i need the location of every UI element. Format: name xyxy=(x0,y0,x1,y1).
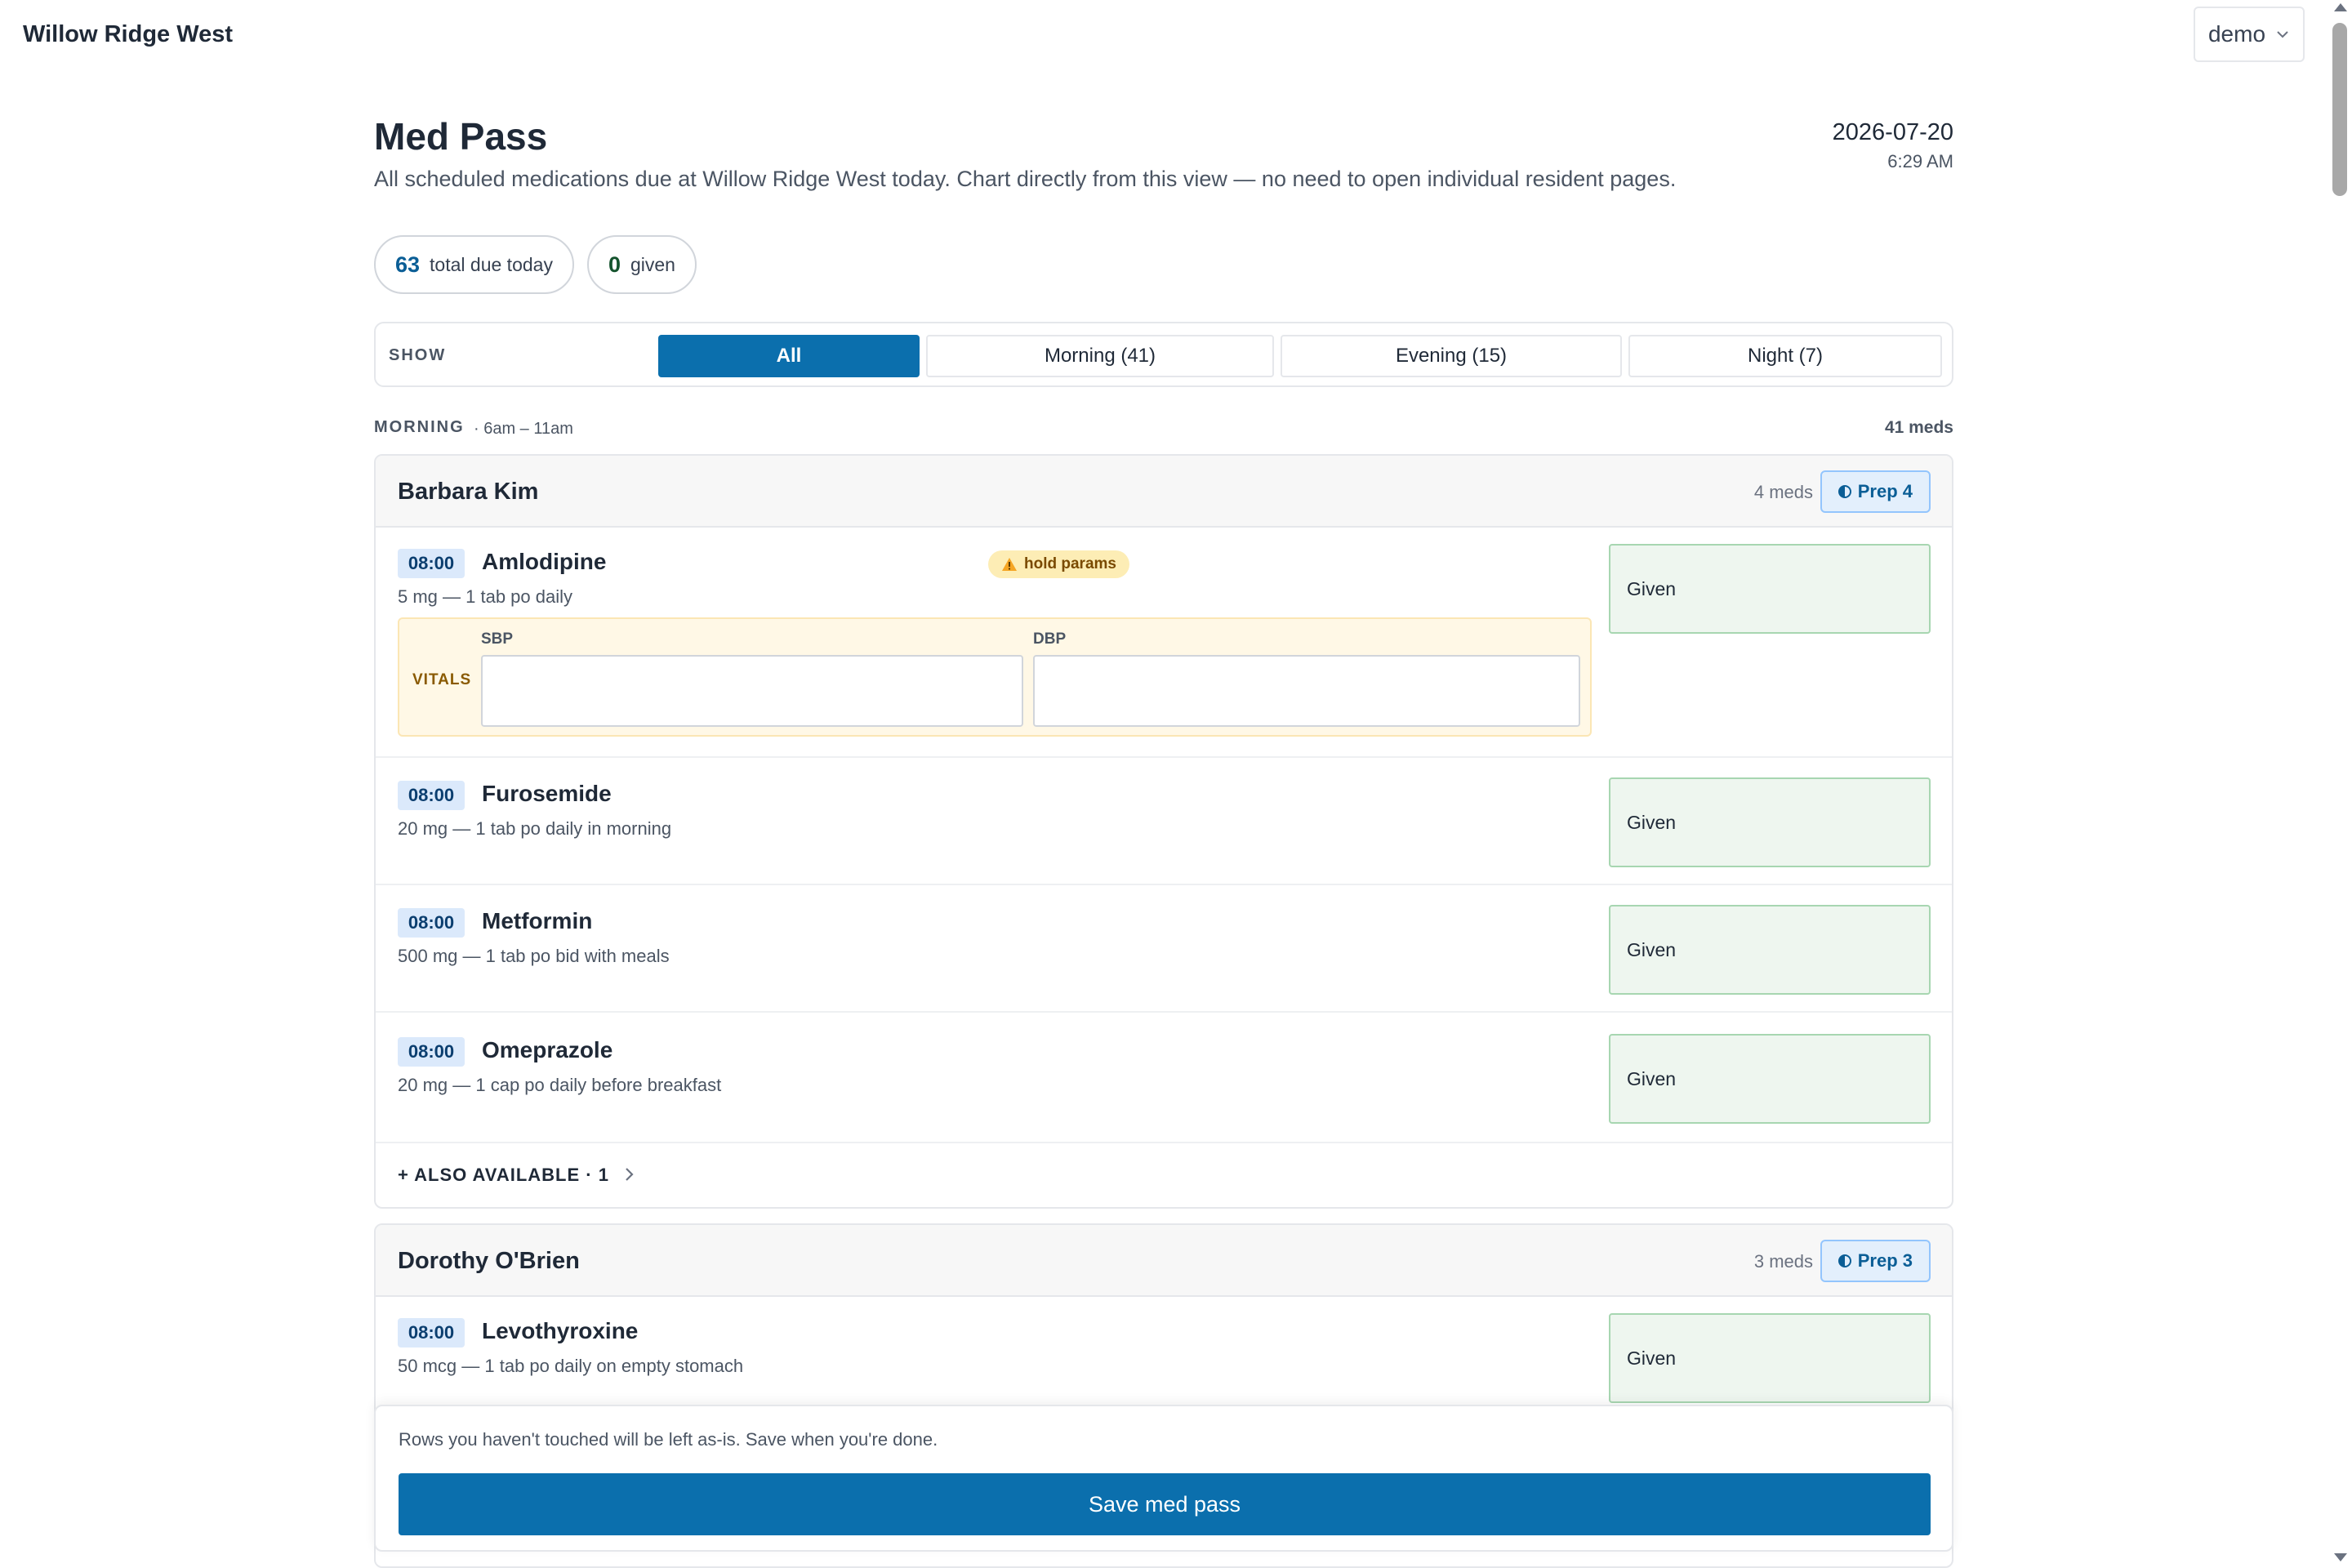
page-scrollbar[interactable] xyxy=(2329,0,2352,1568)
filter-label: SHOW xyxy=(389,346,447,364)
given-label: given xyxy=(630,253,675,275)
med-dose: 20 mg — 1 cap po daily before breakfast xyxy=(398,1075,722,1095)
resident-meds-count: 3 meds xyxy=(1753,1251,1813,1272)
date-block: 2026-07-20 6:29 AM xyxy=(1833,119,1953,172)
user-menu-button[interactable]: demo xyxy=(2194,7,2305,62)
med-name: Metformin xyxy=(482,908,593,933)
tab-night[interactable]: Night (7) xyxy=(1628,335,1942,377)
med-name: Omeprazole xyxy=(482,1037,613,1062)
page-description: All scheduled medications due at Willow … xyxy=(374,167,1677,191)
scroll-up-arrow-icon[interactable] xyxy=(2334,3,2347,11)
sbp-input[interactable] xyxy=(481,655,1023,727)
section-time-range: · 6am – 11am xyxy=(474,420,573,438)
prep-button[interactable]: Prep 3 xyxy=(1820,1240,1931,1282)
med-row: 08:00 Metformin 500 mg — 1 tab po bid wi… xyxy=(376,885,1952,1013)
section-med-count: 41 meds xyxy=(1884,418,1953,437)
resident-card: Barbara Kim 4 meds Prep 4 08:00 Amlodipi… xyxy=(374,454,1953,1209)
med-dose: 500 mg — 1 tab po bid with meals xyxy=(398,946,670,966)
save-med-pass-button[interactable]: Save med pass xyxy=(399,1473,1931,1535)
given-button[interactable]: Given xyxy=(1609,1034,1931,1124)
total-due-pill: 63 total due today xyxy=(374,235,574,294)
tab-all[interactable]: All xyxy=(658,335,920,377)
vitals-label: VITALS xyxy=(412,671,472,688)
current-time: 6:29 AM xyxy=(1887,151,1953,172)
tab-morning[interactable]: Morning (41) xyxy=(926,335,1274,377)
resident-card-header: Barbara Kim 4 meds Prep 4 xyxy=(376,456,1952,528)
save-panel: Rows you haven't touched will be left as… xyxy=(374,1405,1953,1552)
med-time-badge: 08:00 xyxy=(398,549,465,578)
resident-card-header: Dorothy O'Brien 3 meds Prep 3 xyxy=(376,1225,1952,1297)
dbp-input[interactable] xyxy=(1033,655,1580,727)
resident-meds-count: 4 meds xyxy=(1753,482,1813,502)
med-time-badge: 08:00 xyxy=(398,781,465,810)
chevron-down-icon xyxy=(2277,31,2288,38)
half-circle-icon xyxy=(1838,1254,1851,1267)
time-filter-bar: SHOW All Morning (41) Evening (15) Night… xyxy=(374,322,1953,387)
scrollbar-thumb[interactable] xyxy=(2332,23,2347,196)
save-note: Rows you haven't touched will be left as… xyxy=(399,1429,938,1450)
med-name: Furosemide xyxy=(482,781,612,806)
hold-params-badge: hold params xyxy=(988,550,1129,578)
total-due-count: 63 xyxy=(395,252,421,277)
total-due-label: total due today xyxy=(430,253,553,275)
user-menu-label: demo xyxy=(2207,21,2266,47)
prep-label: Prep 4 xyxy=(1857,481,1913,501)
section-name: MORNING xyxy=(374,418,465,436)
med-name: Amlodipine xyxy=(482,549,607,574)
resident-name: Dorothy O'Brien xyxy=(398,1248,580,1274)
prep-label: Prep 3 xyxy=(1857,1250,1913,1271)
given-button[interactable]: Given xyxy=(1609,1313,1931,1403)
given-count: 0 xyxy=(608,252,621,277)
med-row: 08:00 Amlodipine hold params 5 mg — 1 ta… xyxy=(376,528,1952,758)
med-dose: 50 mcg — 1 tab po daily on empty stomach xyxy=(398,1356,744,1376)
given-pill: 0 given xyxy=(586,235,697,294)
med-row: 08:00 Furosemide 20 mg — 1 tab po daily … xyxy=(376,758,1952,885)
resident-name: Barbara Kim xyxy=(398,479,539,505)
med-dose: 20 mg — 1 tab po daily in morning xyxy=(398,818,672,839)
tab-evening[interactable]: Evening (15) xyxy=(1281,335,1622,377)
med-dose: 5 mg — 1 tab po daily xyxy=(398,586,573,607)
also-available-toggle[interactable]: + ALSO AVAILABLE · 1 xyxy=(376,1143,1952,1207)
med-time-badge: 08:00 xyxy=(398,1318,465,1348)
scroll-down-arrow-icon[interactable] xyxy=(2334,1553,2347,1561)
also-available-label: + ALSO AVAILABLE · 1 xyxy=(398,1165,609,1185)
hold-params-label: hold params xyxy=(1024,555,1116,572)
med-time-badge: 08:00 xyxy=(398,908,465,938)
prep-button[interactable]: Prep 4 xyxy=(1820,470,1931,513)
summary-pills: 63 total due today 0 given xyxy=(374,235,697,294)
med-name: Levothyroxine xyxy=(482,1318,639,1343)
page-title: Med Pass xyxy=(374,115,548,158)
current-date: 2026-07-20 xyxy=(1832,119,1953,145)
warning-icon xyxy=(1002,558,1017,571)
given-button[interactable]: Given xyxy=(1609,905,1931,995)
section-header-morning: MORNING · 6am – 11am 41 meds xyxy=(374,418,1953,443)
vitals-panel: VITALS SBP DBP xyxy=(398,617,1592,737)
given-button[interactable]: Given xyxy=(1609,544,1931,634)
facility-name: Willow Ridge West xyxy=(23,21,233,47)
chevron-right-icon xyxy=(626,1168,634,1181)
dbp-label: DBP xyxy=(1033,630,1067,648)
med-time-badge: 08:00 xyxy=(398,1037,465,1067)
sbp-label: SBP xyxy=(481,630,514,648)
half-circle-icon xyxy=(1838,485,1851,498)
med-row: 08:00 Omeprazole 20 mg — 1 cap po daily … xyxy=(376,1013,1952,1143)
given-button[interactable]: Given xyxy=(1609,777,1931,867)
